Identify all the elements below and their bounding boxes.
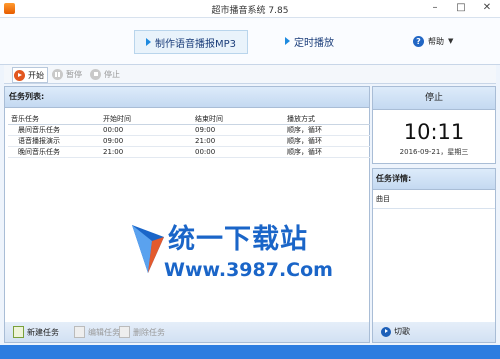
new-task-button[interactable]: 新建任务 xyxy=(13,326,59,338)
edit-document-icon xyxy=(74,326,85,338)
table-row[interactable]: 晚间音乐任务 21:00 00:00 顺序，循环 xyxy=(8,146,370,158)
task-name: 晚间音乐任务 xyxy=(8,146,100,158)
column-header-start[interactable]: 开始时间 xyxy=(100,113,192,125)
close-button[interactable]: ✕ xyxy=(474,0,500,17)
start-button[interactable]: 开始 xyxy=(12,67,48,83)
pause-label: 暂停 xyxy=(66,69,82,79)
task-mode: 顺序，循环 xyxy=(284,124,370,136)
clock-time: 10:11 xyxy=(403,120,465,144)
task-name: 晨间音乐任务 xyxy=(8,124,100,136)
column-header-end[interactable]: 结束时间 xyxy=(192,113,284,125)
watermark: 统一下载站 Www.3987.Com xyxy=(130,217,340,297)
watermark-text: 统一下载站 xyxy=(168,224,308,255)
start-label: 开始 xyxy=(28,70,44,80)
task-end: 21:00 xyxy=(192,135,284,147)
make-mp3-label: 制作语音播报MP3 xyxy=(154,38,237,50)
column-header-mode[interactable]: 播放方式 xyxy=(284,113,370,125)
arrow-right-icon xyxy=(285,37,290,45)
task-end: 09:00 xyxy=(192,124,284,136)
pause-button[interactable]: 暂停 xyxy=(52,67,82,81)
table-row[interactable]: 晨间音乐任务 00:00 09:00 顺序，循环 xyxy=(8,124,370,136)
track-column-header: 曲目 xyxy=(373,190,495,209)
play-icon xyxy=(14,69,25,81)
chevron-down-icon: ▼ xyxy=(448,37,454,45)
table-row[interactable]: 语音播报演示 09:00 21:00 顺序，循环 xyxy=(8,135,370,147)
stop-label: 停止 xyxy=(104,69,120,79)
playback-state: 停止 xyxy=(373,87,495,110)
clock-date: 2016-09-21，星期三 xyxy=(399,148,469,156)
help-label: 帮助 xyxy=(428,36,444,46)
status-panel: 停止 10:11 2016-09-21，星期三 任务详情: 曲目 切歌 xyxy=(372,86,496,343)
edit-task-label: 编辑任务 xyxy=(88,327,120,337)
minimize-button[interactable]: – xyxy=(422,0,448,17)
stop-icon xyxy=(90,68,101,80)
top-navigation: 制作语音播报MP3 定时播放 ? 帮助 ▼ xyxy=(0,18,500,65)
task-start: 00:00 xyxy=(100,124,192,136)
task-name: 语音播报演示 xyxy=(8,135,100,147)
task-mode: 顺序，循环 xyxy=(284,146,370,158)
stop-button[interactable]: 停止 xyxy=(90,67,120,81)
question-mark-icon: ? xyxy=(413,35,424,47)
task-start: 21:00 xyxy=(100,146,192,158)
column-header-task[interactable]: 音乐任务 xyxy=(8,113,100,125)
playback-status-box: 停止 10:11 2016-09-21，星期三 xyxy=(372,86,496,164)
task-start: 09:00 xyxy=(100,135,192,147)
timed-play-label: 定时播放 xyxy=(294,37,334,49)
help-menu-button[interactable]: ? 帮助 ▼ xyxy=(413,30,453,52)
edit-task-button[interactable]: 编辑任务 xyxy=(74,326,120,338)
task-list-title: 任务列表: xyxy=(5,87,369,108)
task-list-panel: 任务列表: 音乐任务 开始时间 结束时间 播放方式 晨间音乐任务 00:00 0… xyxy=(4,86,370,325)
title-bar: 超市播音系统 7.85 – □ ✕ xyxy=(0,0,500,18)
delete-document-icon xyxy=(119,326,130,338)
timed-play-button[interactable]: 定时播放 xyxy=(285,30,334,52)
task-actions-bar: 新建任务 编辑任务 删除任务 xyxy=(4,322,370,343)
make-mp3-button[interactable]: 制作语音播报MP3 xyxy=(134,30,248,54)
delete-task-label: 删除任务 xyxy=(133,327,165,337)
watermark-logo-icon xyxy=(132,225,164,273)
task-end: 00:00 xyxy=(192,146,284,158)
switch-song-button[interactable]: 切歌 xyxy=(381,326,410,337)
new-document-icon xyxy=(13,326,24,338)
task-table: 音乐任务 开始时间 结束时间 播放方式 晨间音乐任务 00:00 09:00 顺… xyxy=(8,113,370,158)
new-task-label: 新建任务 xyxy=(27,327,59,337)
switch-bar: 切歌 xyxy=(372,322,496,343)
watermark-url: Www.3987.Com xyxy=(164,259,333,281)
pause-icon xyxy=(52,68,63,80)
task-detail-panel: 任务详情: 曲目 xyxy=(372,168,496,324)
maximize-button[interactable]: □ xyxy=(448,0,474,17)
app-window: 超市播音系统 7.85 – □ ✕ 制作语音播报MP3 定时播放 ? 帮助 ▼ … xyxy=(0,0,500,359)
delete-task-button[interactable]: 删除任务 xyxy=(119,326,165,338)
next-track-icon xyxy=(381,326,391,337)
playback-toolbar: 开始 暂停 停止 xyxy=(4,65,496,84)
task-detail-title: 任务详情: xyxy=(373,169,495,190)
switch-song-label: 切歌 xyxy=(394,327,410,336)
bottom-border xyxy=(0,345,500,359)
task-mode: 顺序，循环 xyxy=(284,135,370,147)
arrow-right-icon xyxy=(145,38,151,46)
